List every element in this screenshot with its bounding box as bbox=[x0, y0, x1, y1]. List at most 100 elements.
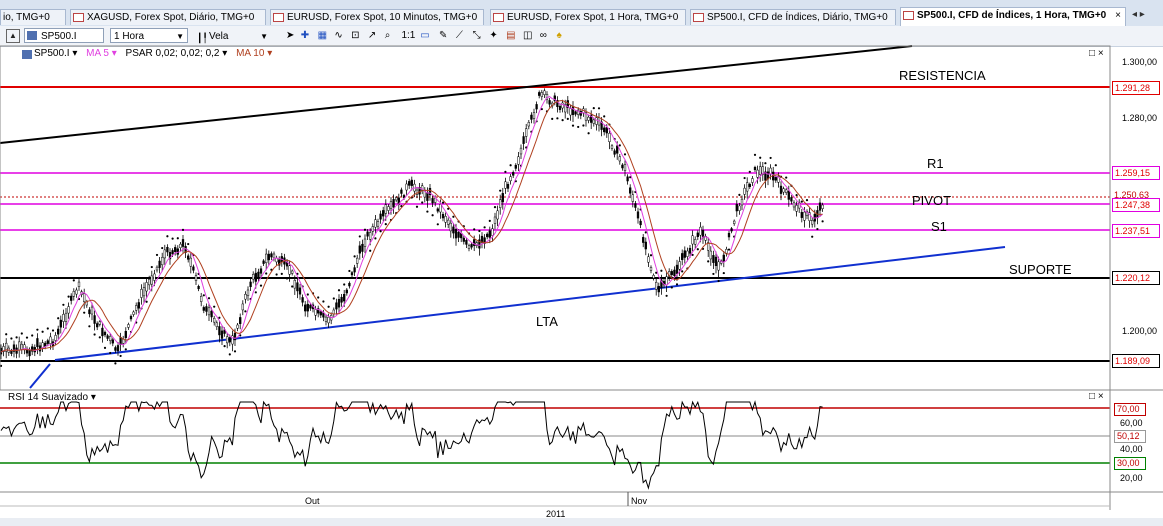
candle-body bbox=[735, 204, 738, 212]
candle-body bbox=[285, 261, 289, 267]
timeframe-select[interactable]: 1 Hora ▼ bbox=[110, 28, 188, 43]
psar-dot bbox=[155, 253, 159, 257]
toolbar-tools: ➤ ✚ ▦ ∿ ⊡ ↗ ⌕ 1:1 ▭ ✎ ⟋ ⤡ ✦ ▤ ◫ ∞ ♠ bbox=[286, 29, 571, 43]
candle-body bbox=[681, 253, 684, 260]
psar-dot bbox=[717, 279, 720, 283]
legend-ma5[interactable]: MA 5 ▾ bbox=[86, 48, 117, 59]
psar-dot bbox=[514, 180, 517, 183]
candle-body bbox=[116, 345, 120, 352]
candle-body bbox=[265, 253, 268, 263]
tab-scroll-icon[interactable]: ◂ ▸ bbox=[1132, 9, 1145, 20]
psar-dot bbox=[244, 310, 247, 313]
candle-body bbox=[540, 92, 543, 97]
legend-psar[interactable]: PSAR 0,02; 0,02; 0,2 ▾ bbox=[126, 48, 228, 59]
psar-dot bbox=[233, 350, 237, 353]
candle-body bbox=[148, 279, 151, 286]
psar-dot bbox=[436, 223, 439, 226]
tab-3[interactable]: EURUSD, Forex Spot, 1 Hora, TMG+0 bbox=[490, 9, 686, 25]
psar-dot bbox=[51, 329, 55, 332]
tab-close-icon[interactable]: × bbox=[1115, 8, 1121, 24]
psar-dot bbox=[545, 110, 549, 113]
rsi-tick-60: 60,00 bbox=[1120, 418, 1143, 428]
psar-dot bbox=[135, 321, 138, 324]
candle-body bbox=[467, 245, 471, 249]
symbol-select[interactable]: SP500.I bbox=[24, 28, 104, 43]
candle-body bbox=[475, 242, 478, 246]
collapse-icon[interactable]: ▲ bbox=[6, 29, 20, 43]
psar-dot bbox=[566, 117, 569, 121]
chart-type-select[interactable]: ┃╿ Vela ▼ bbox=[192, 28, 272, 43]
candle-body bbox=[551, 102, 554, 107]
psar-dot bbox=[821, 220, 824, 223]
compare-icon[interactable]: ◫ bbox=[523, 29, 537, 43]
cursor-icon[interactable]: ➤ bbox=[286, 29, 298, 43]
main-pane-window-buttons[interactable]: □ × bbox=[1089, 48, 1104, 59]
alert-icon[interactable]: ♠ bbox=[557, 29, 571, 43]
psar-dot bbox=[561, 119, 564, 122]
candle-body bbox=[384, 204, 387, 214]
fib-icon[interactable]: ⟋ bbox=[456, 29, 470, 43]
candle-body bbox=[20, 343, 23, 350]
candle-body bbox=[41, 342, 44, 348]
psar-dot bbox=[161, 246, 164, 250]
link-icon[interactable]: ∞ bbox=[540, 29, 554, 43]
candle-body bbox=[795, 205, 798, 212]
candle-body bbox=[592, 119, 595, 124]
tab-1[interactable]: XAGUSD, Forex Spot, Diário, TMG+0 bbox=[70, 9, 266, 25]
candle-body bbox=[343, 293, 346, 302]
candle-body bbox=[280, 256, 283, 263]
candle-body bbox=[54, 335, 57, 341]
candle-body bbox=[722, 254, 725, 262]
psar-dot bbox=[93, 333, 96, 336]
tab-2[interactable]: EURUSD, Forex Spot, 10 Minutos, TMG+0 bbox=[270, 9, 484, 25]
candle-body bbox=[686, 250, 689, 257]
zoom-icon[interactable]: ⌕ bbox=[385, 29, 399, 43]
psar-dot bbox=[748, 170, 751, 173]
legend-ma10[interactable]: MA 10 ▾ bbox=[236, 48, 272, 59]
candle-body bbox=[756, 169, 759, 178]
layout-icon[interactable]: ▤ bbox=[506, 29, 520, 43]
crosshair-icon[interactable]: ✚ bbox=[301, 29, 315, 43]
indicators-icon[interactable]: ∿ bbox=[334, 29, 348, 43]
tab-0[interactable]: io, TMG+0 bbox=[0, 9, 66, 25]
candle-body bbox=[184, 246, 187, 253]
symbol-icon bbox=[27, 31, 37, 40]
candle-body bbox=[374, 219, 377, 228]
price-chart[interactable] bbox=[0, 0, 1163, 526]
psar-dot bbox=[551, 117, 554, 120]
draw-icon[interactable]: ↗ bbox=[368, 29, 382, 43]
pattern-icon[interactable]: ✦ bbox=[489, 29, 503, 43]
candle-body bbox=[275, 257, 278, 263]
psar-dot bbox=[743, 176, 746, 180]
tab-5-active[interactable]: SP500.I, CFD de Índices, 1 Hora, TMG+0 × bbox=[900, 7, 1126, 26]
template-icon[interactable]: ⊡ bbox=[351, 29, 365, 43]
psar-dot bbox=[62, 303, 65, 306]
candle-body bbox=[514, 164, 517, 169]
rsi-legend[interactable]: RSI 14 Suavizado ▾ bbox=[8, 392, 96, 403]
tab-4[interactable]: SP500.I, CFD de Índices, Diário, TMG+0 bbox=[690, 9, 896, 25]
candle-body bbox=[426, 192, 429, 201]
candle-body bbox=[137, 302, 140, 309]
line-icon[interactable]: ▭ bbox=[420, 29, 436, 43]
candle-body bbox=[818, 202, 822, 211]
psar-dot bbox=[20, 332, 23, 335]
scale-icon[interactable]: 1:1 bbox=[401, 29, 417, 43]
candle-body bbox=[733, 220, 736, 224]
psar-dot bbox=[691, 253, 694, 257]
measure-icon[interactable]: ⤡ bbox=[473, 29, 487, 43]
pen-icon[interactable]: ✎ bbox=[439, 29, 453, 43]
psar-dot bbox=[478, 229, 481, 233]
rsi-pane-window-buttons[interactable]: □ × bbox=[1089, 391, 1104, 402]
psar-dot bbox=[577, 125, 580, 129]
grid-icon[interactable]: ▦ bbox=[318, 29, 332, 43]
candle-body bbox=[379, 213, 382, 220]
psar-dot bbox=[280, 272, 283, 275]
candle-body bbox=[174, 247, 177, 253]
candle-body bbox=[683, 250, 686, 258]
psar-dot bbox=[374, 237, 377, 240]
candle-body bbox=[332, 309, 335, 315]
candle-body bbox=[623, 164, 627, 171]
candle-body bbox=[176, 248, 179, 255]
psar-dot bbox=[660, 269, 663, 272]
rsi-line bbox=[0, 400, 823, 490]
